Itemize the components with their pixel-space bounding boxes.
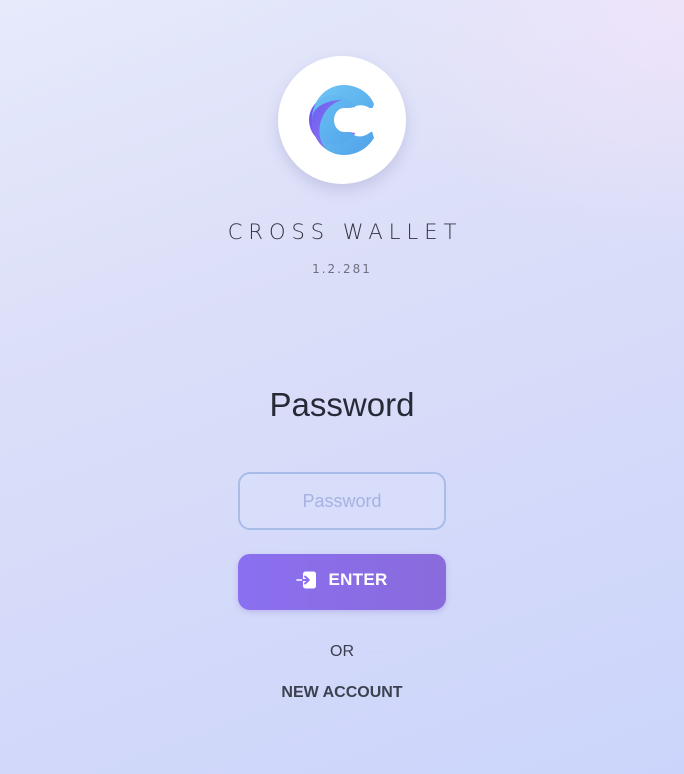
or-text: OR [330, 643, 354, 660]
divider-line-left [262, 651, 316, 653]
password-heading: Password [269, 386, 415, 423]
app-title: CROSS WALLET [227, 220, 463, 244]
password-input[interactable] [238, 472, 446, 530]
cross-wallet-logo-icon [309, 85, 374, 155]
app-version: 1.2.281 [312, 262, 372, 276]
enter-button[interactable]: ENTER [238, 554, 446, 610]
or-divider: OR [262, 642, 422, 662]
divider-line-right [368, 651, 422, 653]
new-account-container: NEW ACCOUNT [0, 684, 684, 702]
app-logo [278, 56, 406, 184]
new-account-link[interactable]: NEW ACCOUNT [281, 684, 402, 701]
login-arrow-icon [296, 570, 318, 590]
enter-button-label: ENTER [328, 570, 388, 589]
